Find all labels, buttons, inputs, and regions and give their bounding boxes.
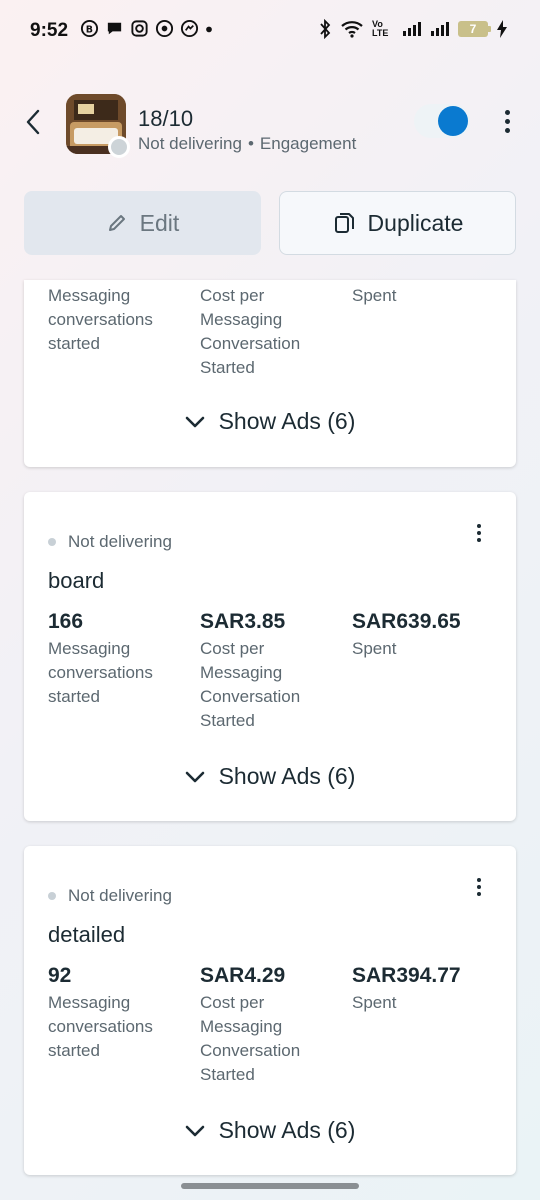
subtitle-separator: • <box>247 134 254 153</box>
status-dot <box>48 538 56 546</box>
metric-cost: Cost per Messaging Conversation Started <box>200 284 340 380</box>
metric-label: Messaging conversations started <box>48 286 153 353</box>
instagram-icon <box>131 20 148 37</box>
metric-value: SAR394.77 <box>352 964 461 987</box>
metric-spent: SAR639.65 Spent <box>352 610 502 661</box>
campaign-status: Not delivering <box>138 134 242 153</box>
metric-conversations: 166 Messaging conversations started <box>48 610 188 709</box>
system-status-icons: Vo LTE 7 <box>318 19 508 39</box>
metric-spent: Spent <box>352 284 502 308</box>
show-ads-label: Show Ads (6) <box>218 408 356 434</box>
duplicate-label: Duplicate <box>367 209 464 236</box>
show-ads-button[interactable]: Show Ads (6) <box>24 1117 516 1144</box>
ad-set-card[interactable]: Not delivering detailed 92 Messaging con… <box>24 846 516 1175</box>
metric-cost: SAR3.85 Cost per Messaging Conversation … <box>200 610 340 733</box>
metric-value: SAR639.65 <box>352 610 461 633</box>
back-button[interactable] <box>18 104 48 140</box>
ad-set-status: Not delivering <box>48 532 172 552</box>
charging-icon <box>497 20 507 38</box>
ad-set-card-partial[interactable]: Messaging conversations started Cost per… <box>24 280 516 467</box>
whatsapp-business-icon: B <box>80 19 99 38</box>
show-ads-button[interactable]: Show Ads (6) <box>24 408 516 435</box>
metric-label: Spent <box>352 286 397 305</box>
metric-value: 166 <box>48 610 84 633</box>
status-label: Not delivering <box>68 532 172 551</box>
battery-icon: 7 <box>458 21 491 37</box>
ad-set-name: board <box>48 568 105 593</box>
whatsapp-icon <box>155 19 174 38</box>
messenger-icon <box>180 19 199 38</box>
toggle-knob[interactable] <box>438 106 468 136</box>
network-label: Vo LTE <box>372 19 389 38</box>
metric-spent: SAR394.77 Spent <box>352 964 502 1015</box>
edit-button[interactable]: Edit <box>24 191 261 255</box>
metric-label: Messaging conversations started <box>48 993 153 1060</box>
show-ads-label: Show Ads (6) <box>218 763 356 789</box>
svg-text:B: B <box>86 24 93 35</box>
signal-icon-2 <box>431 22 449 36</box>
card-more-button[interactable] <box>472 522 486 544</box>
edit-label: Edit <box>139 209 180 236</box>
metric-conversations: 92 Messaging conversations started <box>48 964 188 1063</box>
home-indicator[interactable] <box>181 1183 359 1189</box>
metric-label: Messaging conversations started <box>48 639 153 706</box>
chat-icon <box>107 22 122 35</box>
status-label: Not delivering <box>68 886 172 905</box>
delivery-status-dot <box>108 136 130 158</box>
status-time: 9:52 <box>30 20 69 41</box>
chevron-left-icon <box>26 109 40 135</box>
notification-icons: B <box>80 19 213 38</box>
metric-cost: SAR4.29 Cost per Messaging Conversation … <box>200 964 340 1087</box>
dot-icon <box>206 26 212 33</box>
show-ads-label: Show Ads (6) <box>218 1117 356 1143</box>
duplicate-button[interactable]: Duplicate <box>279 191 516 255</box>
metric-label: Cost per Messaging Conversation Started <box>200 286 301 377</box>
metric-value: SAR3.85 <box>200 610 286 633</box>
bluetooth-icon <box>320 19 331 39</box>
chevron-down-icon <box>185 1125 204 1136</box>
metric-value: 92 <box>48 964 72 987</box>
pencil-icon <box>108 215 125 231</box>
more-options-button[interactable] <box>496 104 518 138</box>
metric-value: SAR4.29 <box>200 964 286 987</box>
metric-label: Spent <box>352 993 397 1012</box>
wifi-icon <box>341 21 363 38</box>
metric-label: Spent <box>352 639 397 658</box>
chevron-down-icon <box>185 771 204 782</box>
status-dot <box>48 892 56 900</box>
signal-icon <box>403 22 421 36</box>
ad-set-name: detailed <box>48 922 126 947</box>
show-ads-button[interactable]: Show Ads (6) <box>24 763 516 790</box>
chevron-down-icon <box>185 416 204 427</box>
metric-label: Cost per Messaging Conversation Started <box>200 639 301 730</box>
campaign-subtitle: Not delivering • Engagement <box>138 134 356 154</box>
duplicate-icon <box>334 213 354 233</box>
ad-set-card[interactable]: Not delivering board 166 Messaging conve… <box>24 492 516 821</box>
metric-conversations: Messaging conversations started <box>48 284 188 356</box>
ad-set-status: Not delivering <box>48 886 172 906</box>
card-more-button[interactable] <box>472 876 486 898</box>
metric-label: Cost per Messaging Conversation Started <box>200 993 301 1084</box>
campaign-title: 18/10 <box>138 106 194 131</box>
campaign-objective: Engagement <box>259 134 357 153</box>
